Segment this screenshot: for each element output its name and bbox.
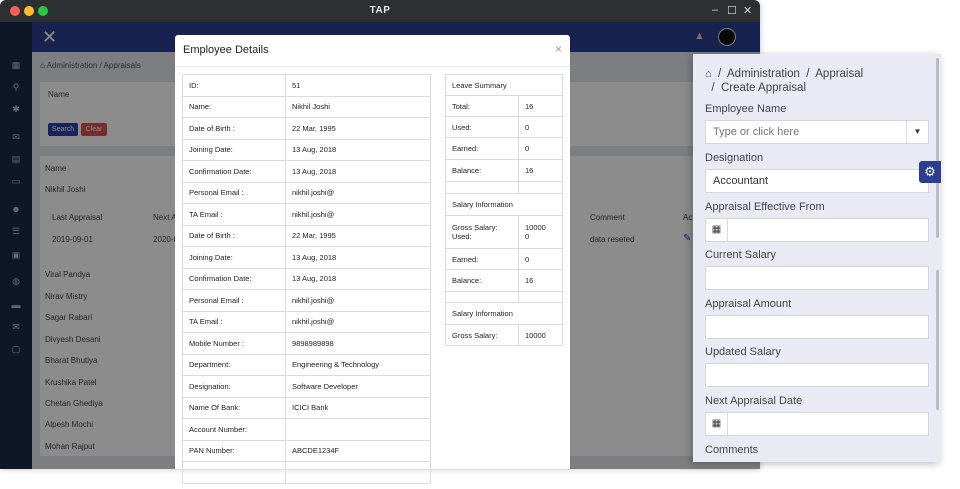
- breadcrumb-appraisal[interactable]: Appraisal: [815, 68, 863, 80]
- restore-icon[interactable]: ☐: [727, 4, 737, 17]
- table-row: Confirmation Date: 13 Aug, 2018: [182, 160, 431, 183]
- breadcrumb-sep: /: [711, 82, 715, 94]
- table-row: [445, 291, 563, 303]
- create-appraisal-panel: ⌂ / Administration / Appraisal / Create …: [693, 54, 941, 462]
- table-row: Salary Information: [445, 302, 563, 325]
- salary-info-heading: Salary Information: [445, 193, 563, 216]
- table-row: Personal Email : nikhil.joshi@: [182, 289, 431, 312]
- breadcrumb-sep: /: [806, 68, 810, 80]
- table-row: Gross Salary: Used: 10000 0: [445, 215, 563, 249]
- designation-field[interactable]: Accountant: [705, 169, 929, 193]
- breadcrumb: ⌂ / Administration / Appraisal / Create …: [705, 67, 863, 95]
- salary-info-heading: Salary Information: [445, 302, 563, 325]
- table-row: PAN Number: ABCDE1234F: [182, 439, 431, 462]
- effective-from-date-field[interactable]: ▦: [705, 218, 929, 242]
- breadcrumb-create-appraisal: Create Appraisal: [720, 82, 807, 94]
- gear-icon[interactable]: ⚙: [919, 161, 941, 183]
- updated-salary-field[interactable]: [705, 363, 929, 387]
- current-salary-field[interactable]: [705, 266, 929, 290]
- home-icon[interactable]: ⌂: [705, 68, 712, 80]
- designation-label: Designation: [705, 152, 764, 164]
- employee-details-modal: Employee Details × ID: 51 Name: Nikhil Jos…: [175, 35, 570, 484]
- table-row: Used: 0: [445, 116, 563, 138]
- table-row: Date of Birth :22 Mar, 1995: [182, 117, 431, 140]
- next-appraisal-date-field[interactable]: ▦: [705, 412, 929, 436]
- modal-close-button[interactable]: ×: [555, 42, 562, 56]
- table-row: Mobile Number :9898989898: [182, 332, 431, 355]
- table-row: Name: Nikhil Joshi: [182, 95, 431, 118]
- comments-label: Comments: [705, 444, 759, 456]
- table-row: Designation: Software Developer: [182, 375, 431, 398]
- table-row: Confirmation Date: 13 Aug, 2018: [182, 267, 431, 290]
- current-salary-label: Current Salary: [705, 249, 776, 261]
- next-appraisal-date-label: Next Appraisal Date: [705, 395, 803, 407]
- employee-name-label: Employee Name: [705, 103, 787, 115]
- table-row: Total: 16: [445, 95, 563, 117]
- chevron-down-icon[interactable]: ▼: [906, 121, 928, 143]
- modal-title: Employee Details: [183, 44, 269, 56]
- window-title: TAP: [369, 5, 391, 16]
- table-row: Balance: 16: [445, 159, 563, 182]
- appraisal-amount-label: Appraisal Amount: [705, 298, 792, 310]
- appraisal-amount-field[interactable]: [705, 315, 929, 339]
- effective-from-label: Appraisal Effective From: [705, 201, 825, 213]
- table-row: Date of Birth :22 Mar, 1995: [182, 224, 431, 247]
- calendar-icon[interactable]: ▦: [706, 219, 728, 241]
- title-bar: TAP – ☐ ✕: [0, 0, 760, 22]
- breadcrumb-administration[interactable]: Administration: [727, 68, 800, 80]
- table-row: ID: 51: [182, 74, 431, 97]
- table-row: Earned: 0: [445, 137, 563, 160]
- table-row: Gross Salary: 10000: [445, 324, 563, 346]
- table-row: Balance: 16: [445, 269, 563, 292]
- table-row: Earned: 0: [445, 248, 563, 270]
- table-row: Joining Date: 13 Aug, 2018: [182, 246, 431, 269]
- table-row: Department: Engineering & Technology: [182, 353, 431, 376]
- divider: [175, 66, 570, 67]
- employee-name-select[interactable]: Type or click here ▼: [705, 120, 929, 144]
- panel-scrollbar[interactable]: [936, 58, 939, 238]
- calendar-icon[interactable]: ▦: [706, 413, 728, 435]
- table-row: [445, 181, 563, 194]
- table-row: TA Email : nikhil.joshi@: [182, 310, 431, 333]
- leave-summary-heading: Leave Summary: [445, 74, 563, 96]
- breadcrumb-sep: /: [718, 68, 722, 80]
- employee-details-table: ID: 51 Name: Nikhil Joshi Date of Birth :2…: [182, 74, 431, 484]
- table-row: Personal Email : nikhil.joshi@: [182, 181, 431, 204]
- table-row: [182, 461, 431, 484]
- table-row: Name Of Bank: ICICI Bank: [182, 396, 431, 419]
- close-icon[interactable]: ✕: [743, 4, 752, 17]
- table-row: TA Email : nikhil.joshi@: [182, 203, 431, 226]
- panel-scrollbar-lower[interactable]: [936, 270, 939, 410]
- table-row: Leave Summary: [445, 74, 563, 96]
- leave-salary-summary-table: Leave Summary Total: 16 Used: 0 Earned: 0 B…: [445, 74, 563, 346]
- minimize-icon[interactable]: –: [712, 4, 718, 16]
- table-row: Joining Date: 13 Aug, 2018: [182, 138, 431, 161]
- updated-salary-label: Updated Salary: [705, 346, 781, 358]
- table-row: Salary Information: [445, 193, 563, 216]
- table-row: Account Number:: [182, 418, 431, 441]
